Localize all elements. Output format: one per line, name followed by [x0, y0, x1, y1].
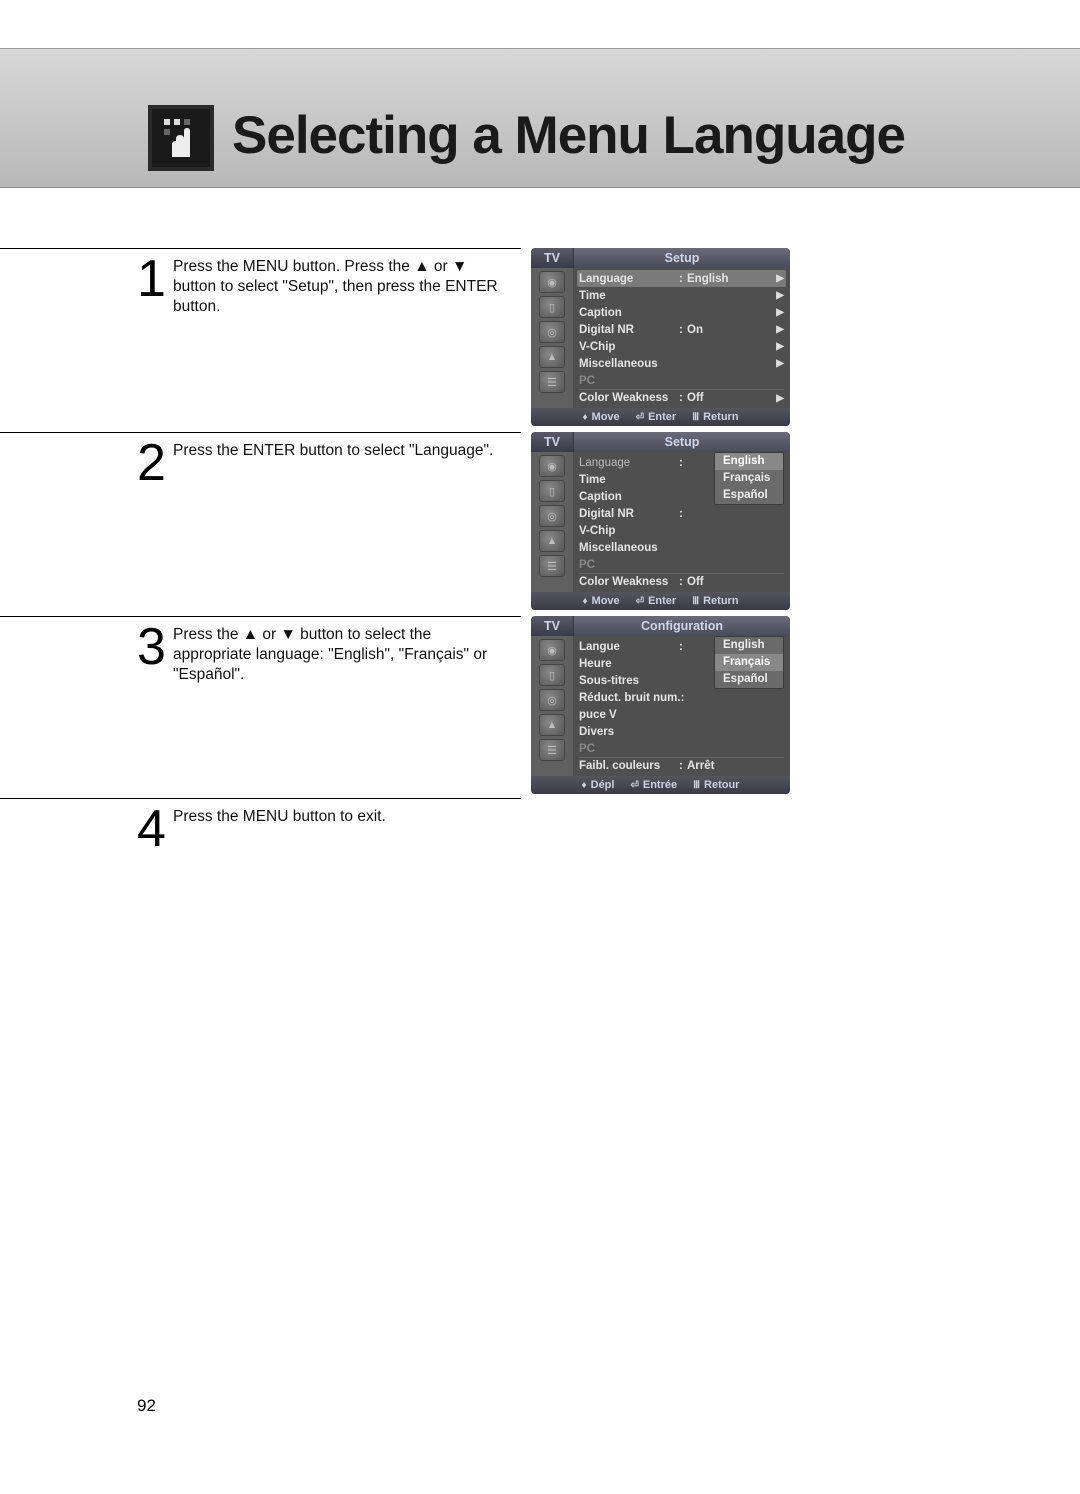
chevron-right-icon: ▶ [776, 273, 784, 284]
osd3-row-divers[interactable]: Divers [579, 723, 784, 740]
osd3-sidebar: ◉ ▯ ◎ ▲ ☰ [531, 636, 573, 776]
hand-press-icon [160, 117, 202, 159]
page-number: 92 [137, 1396, 156, 1416]
input-icon: ☰ [539, 739, 565, 761]
osd2-row-pc: PC [579, 556, 784, 573]
page-title: Selecting a Menu Language [232, 105, 905, 166]
updown-icon: ♦ [582, 412, 587, 423]
setup-icon: ▲ [539, 530, 565, 552]
step-4-text-block: 4 Press the MENU button to exit. [0, 798, 521, 827]
step-2-text-block: 2 Press the ENTER button to select "Lang… [0, 432, 521, 461]
osd1-footer: ♦Move ⏎Enter ⅢReturn [531, 408, 790, 426]
input-icon: ☰ [539, 555, 565, 577]
step-2-instruction: Press the ENTER button to select "Langua… [173, 441, 521, 461]
osd3-language-dropdown[interactable]: English Français Español [714, 636, 784, 689]
osd1-row-digitalnr[interactable]: Digital NR:On▶ [579, 321, 784, 338]
step-number-3: 3 [137, 621, 164, 673]
osd1-row-vchip[interactable]: V-Chip▶ [579, 338, 784, 355]
step-number-1: 1 [137, 253, 164, 305]
enter-icon: ⏎ [630, 780, 638, 791]
channel-icon: ◎ [539, 321, 565, 343]
top-margin [0, 0, 1080, 48]
picture-icon: ◉ [539, 271, 565, 293]
sound-icon: ▯ [539, 480, 565, 502]
osd3-tv-label: TV [531, 616, 573, 636]
osd3-row-reduct[interactable]: Réduct. bruit num.: [579, 689, 784, 706]
osd1-title: Setup [573, 248, 790, 268]
osd2-sidebar: ◉ ▯ ◎ ▲ ☰ [531, 452, 573, 592]
lang-option-english[interactable]: English [715, 637, 783, 654]
page-icon [148, 105, 214, 171]
osd2-title: Setup [573, 432, 790, 452]
osd2-footer: ♦Move ⏎Enter ⅢReturn [531, 592, 790, 610]
lang-option-espanol[interactable]: Español [715, 671, 783, 688]
return-icon: Ⅲ [692, 596, 699, 607]
osd3-row-pc: PC [579, 740, 784, 757]
return-icon: Ⅲ [692, 412, 699, 423]
step-3-instruction: Press the ▲ or ▼ button to select the ap… [173, 625, 521, 685]
osd1-row-pc: PC [579, 372, 784, 389]
osd2-row-colorweak[interactable]: Color Weakness:Off [579, 573, 784, 590]
osd2-row-misc[interactable]: Miscellaneous [579, 539, 784, 556]
sound-icon: ▯ [539, 296, 565, 318]
osd3-title: Configuration [573, 616, 790, 636]
enter-icon: ⏎ [636, 596, 644, 607]
lang-option-francais[interactable]: Français [715, 470, 783, 487]
return-icon: Ⅲ [693, 780, 700, 791]
updown-icon: ♦ [582, 596, 587, 607]
input-icon: ☰ [539, 371, 565, 393]
osd1-tv-label: TV [531, 248, 573, 268]
osd1-row-time[interactable]: Time▶ [579, 287, 784, 304]
content-area: 1 Press the MENU button. Press the ▲ or … [0, 188, 1080, 248]
osd-screenshot-1: TV Setup ◉ ▯ ◎ ▲ ☰ Languag [531, 248, 790, 426]
sound-icon: ▯ [539, 664, 565, 686]
osd2-language-dropdown[interactable]: English Français Español [714, 452, 784, 505]
osd3-row-puce[interactable]: puce V [579, 706, 784, 723]
step-4-instruction: Press the MENU button to exit. [173, 807, 521, 827]
setup-icon: ▲ [539, 714, 565, 736]
osd1-sidebar: ◉ ▯ ◎ ▲ ☰ [531, 268, 573, 408]
osd2-row-digitalnr[interactable]: Digital NR: [579, 505, 784, 522]
picture-icon: ◉ [539, 639, 565, 661]
lang-option-espanol[interactable]: Español [715, 487, 783, 504]
osd3-footer: ♦Dépl ⏎Entrée ⅢRetour [531, 776, 790, 794]
channel-icon: ◎ [539, 689, 565, 711]
lang-option-english[interactable]: English [715, 453, 783, 470]
osd-screenshot-2: TV Setup ◉ ▯ ◎ ▲ ☰ Language: [531, 432, 790, 610]
step-1-instruction: Press the MENU button. Press the ▲ or ▼ … [173, 257, 521, 317]
osd1-row-colorweak[interactable]: Color Weakness:Off▶ [579, 389, 784, 406]
osd1-row-caption[interactable]: Caption▶ [579, 304, 784, 321]
channel-icon: ◎ [539, 505, 565, 527]
step-number-4: 4 [137, 803, 164, 855]
osd2-tv-label: TV [531, 432, 573, 452]
enter-icon: ⏎ [636, 412, 644, 423]
osd1-row-language[interactable]: Language:English▶ [577, 270, 786, 287]
updown-icon: ♦ [582, 780, 587, 791]
step-number-2: 2 [137, 437, 164, 489]
setup-icon: ▲ [539, 346, 565, 368]
osd1-row-misc[interactable]: Miscellaneous▶ [579, 355, 784, 372]
lang-option-francais[interactable]: Français [715, 654, 783, 671]
osd2-row-vchip[interactable]: V-Chip [579, 522, 784, 539]
osd3-row-faibl[interactable]: Faibl. couleurs:Arrêt [579, 757, 784, 774]
step-3-text-block: 3 Press the ▲ or ▼ button to select the … [0, 616, 521, 685]
step-1-text-block: 1 Press the MENU button. Press the ▲ or … [0, 248, 521, 317]
osd-screenshot-3: TV Configuration ◉ ▯ ◎ ▲ ☰ Langue: [531, 616, 790, 794]
picture-icon: ◉ [539, 455, 565, 477]
header-band: Selecting a Menu Language [0, 48, 1080, 188]
